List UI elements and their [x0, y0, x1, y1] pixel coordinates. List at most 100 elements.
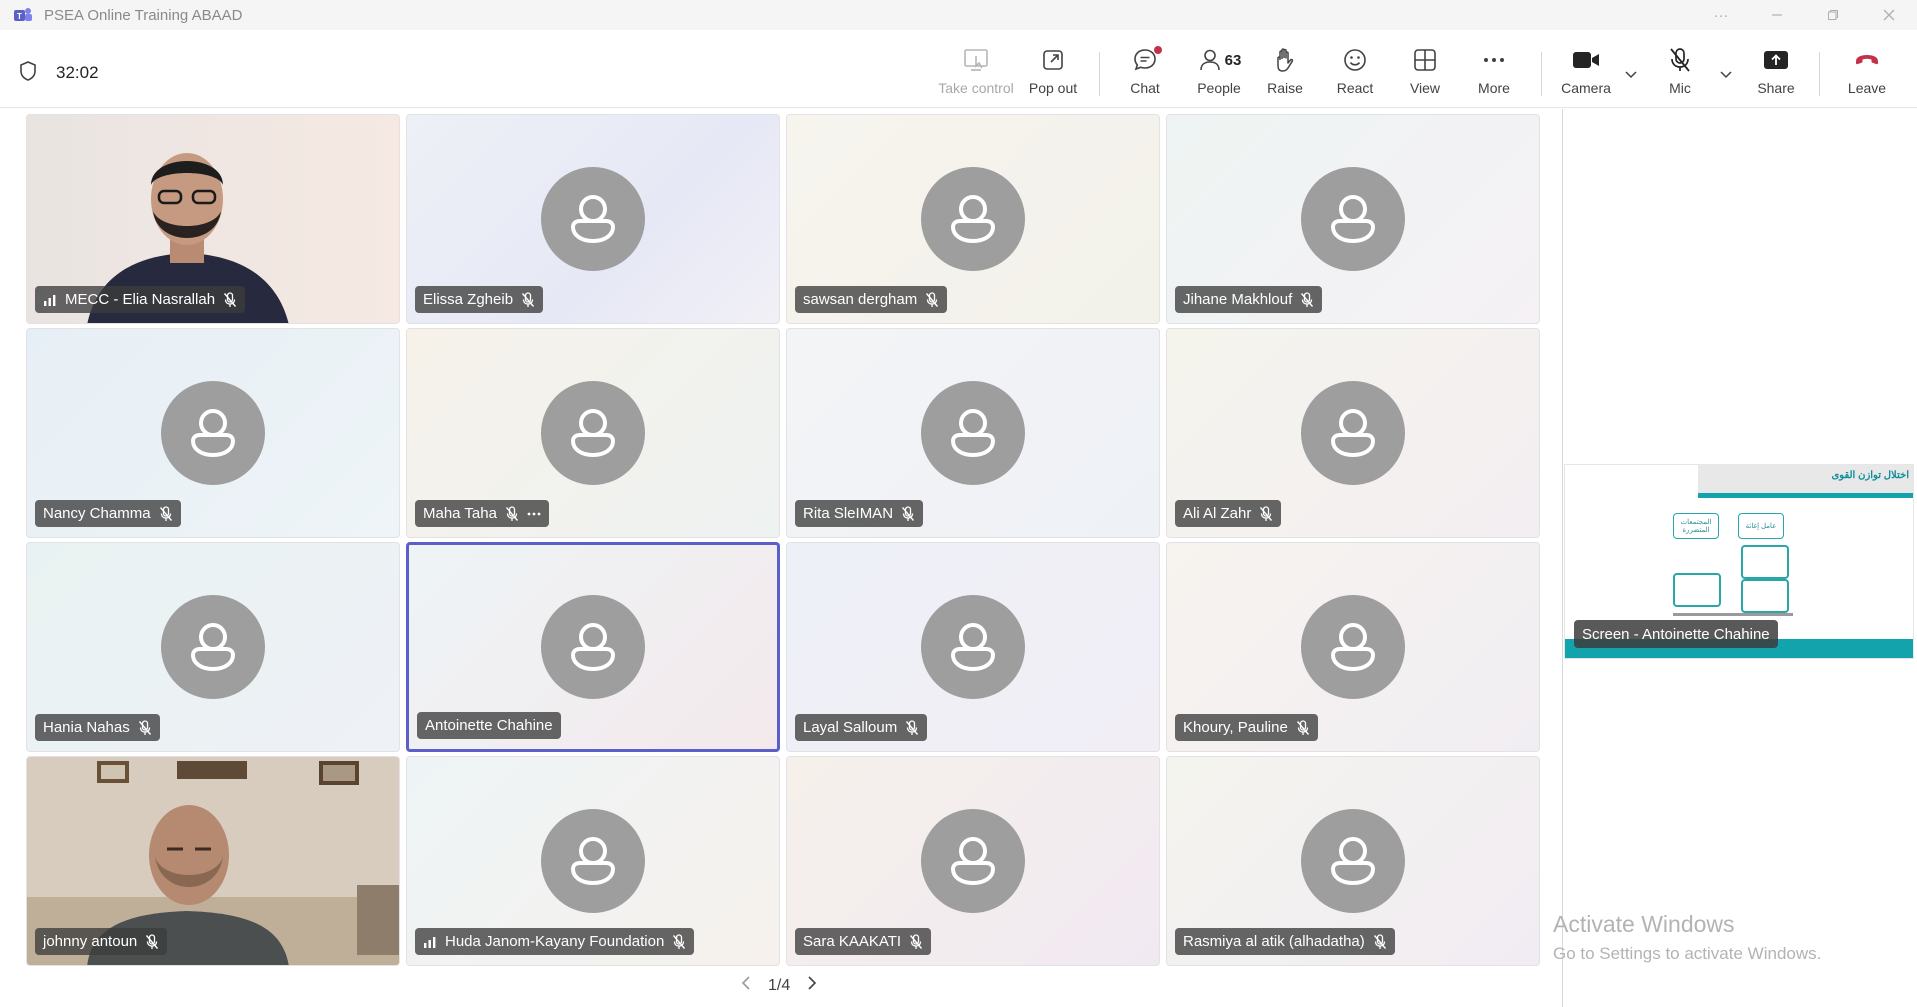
more-dots-icon [1481, 44, 1507, 76]
network-signal-icon [43, 294, 57, 306]
participant-tile[interactable]: Nancy Chamma [26, 328, 400, 538]
slide-title: اختلال توازن القوى [1831, 470, 1909, 481]
people-count: 63 [1224, 51, 1242, 69]
slide-balance-beam [1673, 613, 1793, 616]
share-button[interactable]: Share [1756, 44, 1796, 100]
chat-icon [1131, 44, 1162, 76]
slide-accent-band [1698, 493, 1913, 498]
slide-box-aid-worker: عامل إغاثة [1738, 513, 1784, 539]
grid-view-icon [1412, 44, 1438, 76]
participant-name: Rita SleIMAN [803, 505, 894, 522]
people-button[interactable]: 63 People [1190, 44, 1248, 100]
participant-more-options-icon[interactable] [527, 511, 541, 517]
next-page-chevron-icon[interactable] [806, 975, 818, 996]
mic-muted-icon [159, 505, 173, 522]
participant-tile[interactable]: Hania Nahas [26, 542, 400, 752]
participant-name-tag: sawsan dergham [795, 286, 948, 313]
avatar-placeholder-icon [1301, 167, 1405, 271]
mic-muted-icon [672, 933, 686, 950]
participant-tile[interactable]: Rasmiya al atik (alhadatha) [1166, 756, 1540, 966]
mic-muted-icon [909, 933, 923, 950]
participant-tile[interactable]: Ali Al Zahr [1166, 328, 1540, 538]
watermark-title: Activate Windows [1553, 911, 1735, 937]
participant-tile[interactable]: Antoinette Chahine [406, 542, 780, 752]
participant-tile[interactable]: Khoury, Pauline [1166, 542, 1540, 752]
leave-button[interactable]: Leave [1847, 44, 1887, 100]
raise-hand-button[interactable]: Raise [1265, 44, 1305, 100]
participant-name: Huda Janom-Kayany Foundation [445, 933, 665, 950]
raise-hand-icon [1272, 44, 1298, 76]
participant-tile[interactable]: Sara KAAKATI [786, 756, 1160, 966]
participant-tile[interactable]: Maha Taha [406, 328, 780, 538]
slide-box-left [1673, 573, 1721, 607]
participant-name: Nancy Chamma [43, 505, 151, 522]
slide-box-right-top [1741, 545, 1789, 579]
mic-muted-icon [901, 505, 915, 522]
pop-out-button[interactable]: Pop out [1027, 44, 1079, 100]
participant-name: Ali Al Zahr [1183, 505, 1252, 522]
shield-icon [18, 60, 38, 82]
close-button[interactable] [1861, 0, 1917, 30]
previous-page-chevron-icon[interactable] [740, 975, 752, 996]
window-more-button[interactable]: ··· [1693, 0, 1749, 30]
participant-tile[interactable]: johnny antoun [26, 756, 400, 966]
avatar-placeholder-icon [161, 381, 265, 485]
camera-options-chevron-icon[interactable] [1622, 65, 1640, 83]
participant-tile[interactable]: Huda Janom-Kayany Foundation [406, 756, 780, 966]
watermark-subtitle: Go to Settings to activate Windows. [1553, 944, 1822, 963]
participant-name: Sara KAAKATI [803, 933, 902, 950]
screen-share-thumbnail[interactable]: اختلال توازن القوى المجتمعات المتضررة عا… [1564, 464, 1914, 659]
screen-share-name-tag: Screen - Antoinette Chahine [1574, 620, 1778, 648]
avatar-placeholder-icon [921, 381, 1025, 485]
participant-name-tag: Antoinette Chahine [417, 712, 561, 739]
participant-name-tag: MECC - Elia Nasrallah [35, 286, 246, 313]
participant-grid: 1/4 MECC - Elia Nasrallah Elissa Zgheib sa… [0, 109, 1562, 1007]
mic-button[interactable]: Mic [1662, 44, 1698, 100]
participant-name: Elissa Zgheib [423, 291, 514, 308]
participant-name-tag: Maha Taha [415, 500, 549, 527]
chat-label: Chat [1130, 80, 1160, 96]
participant-tile[interactable]: MECC - Elia Nasrallah [26, 114, 400, 324]
grid-pager: 1/4 [740, 975, 818, 996]
mic-muted-icon [138, 719, 152, 736]
camera-icon [1571, 44, 1601, 76]
meeting-toolbar: 32:02 Take control Pop out Chat 63 Peopl… [0, 30, 1917, 108]
mic-muted-icon [925, 291, 939, 308]
participant-tile[interactable]: Elissa Zgheib [406, 114, 780, 324]
restore-button[interactable] [1805, 0, 1861, 30]
take-control-label: Take control [938, 80, 1014, 96]
react-button[interactable]: React [1334, 44, 1376, 100]
camera-button[interactable]: Camera [1561, 44, 1611, 100]
minimize-button[interactable] [1749, 0, 1805, 30]
view-button[interactable]: View [1405, 44, 1445, 100]
mic-muted-icon [521, 291, 535, 308]
mic-options-chevron-icon[interactable] [1717, 65, 1735, 83]
participant-name: MECC - Elia Nasrallah [65, 291, 216, 308]
participant-tile[interactable]: Jihane Makhlouf [1166, 114, 1540, 324]
participant-tile[interactable]: Layal Salloum [786, 542, 1160, 752]
share-label: Share [1757, 80, 1795, 96]
participant-name: Khoury, Pauline [1183, 719, 1288, 736]
avatar-placeholder-icon [921, 167, 1025, 271]
participant-tile[interactable]: Rita SleIMAN [786, 328, 1160, 538]
mic-muted-icon [223, 291, 237, 308]
window-title: PSEA Online Training ABAAD [44, 6, 243, 24]
mic-muted-icon [145, 933, 159, 950]
take-control-button[interactable]: Take control [936, 44, 1016, 100]
participant-name-tag: Ali Al Zahr [1175, 500, 1282, 527]
mic-muted-icon [1296, 719, 1310, 736]
avatar-placeholder-icon [541, 595, 645, 699]
mic-muted-icon [505, 505, 519, 522]
people-icon: 63 [1197, 44, 1242, 76]
participant-tile[interactable]: sawsan dergham [786, 114, 1160, 324]
chat-button[interactable]: Chat [1123, 44, 1167, 100]
page-indicator: 1/4 [768, 976, 791, 994]
participant-name: Jihane Makhlouf [1183, 291, 1293, 308]
camera-label: Camera [1561, 80, 1611, 96]
avatar-placeholder-icon [921, 595, 1025, 699]
hang-up-phone-icon [1853, 44, 1881, 76]
participant-name-tag: Khoury, Pauline [1175, 714, 1318, 741]
network-signal-icon [423, 936, 437, 948]
side-panel-divider [1562, 109, 1563, 1007]
more-button[interactable]: More [1474, 44, 1514, 100]
